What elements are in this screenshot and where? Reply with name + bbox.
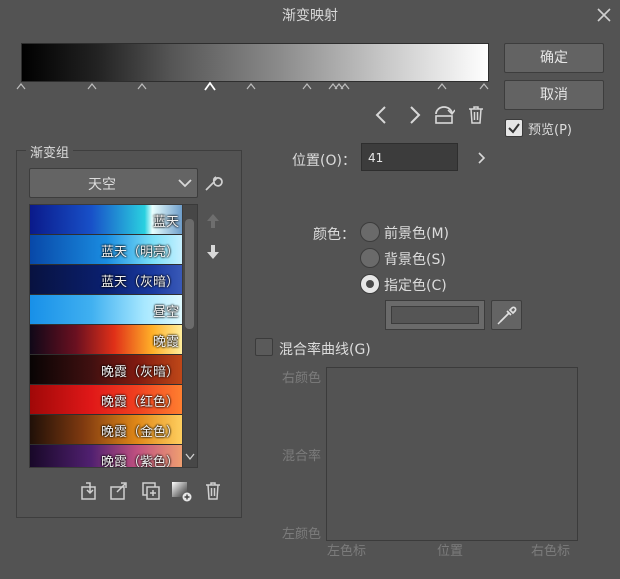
gradient-stop-selected [204, 81, 216, 91]
gradient-stop [16, 83, 26, 90]
x-axis-left-label: 左色标 [327, 544, 367, 559]
blend-curve-checkbox[interactable] [255, 338, 273, 356]
export-button[interactable] [108, 480, 130, 502]
chevron-right-icon [478, 152, 486, 164]
background-color-label: 背景色(S) [384, 252, 446, 268]
reverse-icon [435, 106, 456, 124]
list-item-label: 晚霞 [152, 335, 179, 350]
list-item-label: 晚霞（紫色） [100, 455, 179, 468]
position-input[interactable]: 41 [361, 143, 458, 171]
list-item[interactable]: 蓝天 [30, 205, 183, 235]
gradient-stop [340, 83, 350, 90]
ok-button[interactable]: 确定 [504, 43, 604, 73]
foreground-color-radio[interactable] [360, 222, 380, 242]
prev-stop-button[interactable] [371, 104, 393, 126]
list-item[interactable]: 晚霞 [30, 325, 183, 355]
gradient-settings-button[interactable] [202, 172, 224, 194]
custom-color-radio[interactable] [360, 274, 380, 294]
checkmark-icon [508, 123, 520, 134]
foreground-color-label: 前景色(M) [384, 226, 450, 242]
list-item-label: 蓝天（灰暗） [100, 275, 179, 290]
add-gradient-button[interactable] [170, 480, 192, 502]
color-swatch[interactable] [385, 300, 485, 330]
gradient-set-value: 天空 [88, 177, 116, 193]
list-item-label: 晚霞（红色） [100, 395, 179, 410]
chevron-down-icon [178, 179, 192, 188]
duplicate-button[interactable] [140, 480, 162, 502]
blend-curve-label: 混合率曲线(G) [279, 342, 371, 358]
gradient-stop [302, 83, 312, 90]
left-color-label: 左颜色 [282, 527, 322, 542]
list-item-label: 蓝天（明亮） [100, 245, 179, 260]
duplicate-icon [142, 482, 160, 500]
add-gradient-icon [172, 482, 192, 502]
scrollbar-thumb[interactable] [185, 219, 194, 329]
blend-curve-graph [326, 367, 578, 541]
list-item[interactable]: 蓝天（明亮） [30, 235, 183, 265]
list-item[interactable]: 蓝天（灰暗） [30, 265, 183, 295]
gradient-stop [246, 83, 256, 90]
next-stop-button[interactable] [403, 104, 425, 126]
gradient-preview-bar[interactable] [21, 43, 489, 82]
list-item-label: 晚霞（金色） [100, 425, 179, 440]
export-icon [110, 482, 127, 500]
gradient-stop [437, 83, 447, 90]
gradient-stop [137, 83, 147, 90]
list-item[interactable]: 晚霞（红色） [30, 385, 183, 415]
position-expand-button[interactable] [471, 147, 493, 169]
x-axis-mid-label: 位置 [437, 544, 464, 559]
list-item[interactable]: 晚霞（金色） [30, 415, 183, 445]
gradient-group-legend: 渐变组 [26, 142, 74, 161]
gradient-list[interactable]: 蓝天 蓝天（明亮） 蓝天（灰暗） 昼空 晚霞 晚霞（灰暗） 晚霞（红色） 晚霞（… [29, 204, 184, 468]
list-item-label: 昼空 [152, 305, 179, 320]
gradient-set-select[interactable]: 天空 [29, 168, 198, 198]
right-color-label: 右颜色 [282, 371, 322, 386]
close-button[interactable] [594, 5, 614, 25]
list-item[interactable]: 昼空 [30, 295, 183, 325]
import-icon [81, 482, 96, 500]
list-item[interactable]: 晚霞（灰暗） [30, 355, 183, 385]
x-axis-right-label: 右色标 [531, 544, 571, 559]
list-item[interactable]: 晚霞（紫色） [30, 445, 183, 468]
chevron-down-icon[interactable] [185, 453, 195, 461]
reverse-gradient-button[interactable] [433, 104, 456, 126]
custom-color-label: 指定色(C) [384, 278, 447, 294]
window-title: 渐变映射 [282, 8, 338, 24]
delete-gradient-button[interactable] [202, 480, 224, 502]
gradient-list-scrollbar[interactable] [182, 204, 198, 468]
background-color-radio[interactable] [360, 248, 380, 268]
gradient-stop [87, 83, 97, 90]
chevron-left-icon [375, 106, 386, 124]
position-label: 位置(O)： [292, 153, 356, 169]
arrow-up-icon [207, 214, 219, 228]
trash-icon [206, 482, 220, 500]
trash-icon [469, 106, 483, 124]
color-label: 颜色： [313, 227, 355, 243]
wrench-icon [205, 176, 223, 191]
preview-checkbox[interactable] [505, 119, 523, 137]
eyedropper-icon [497, 306, 517, 325]
arrow-down-icon [207, 245, 219, 259]
gradient-stop-markers[interactable] [14, 80, 494, 92]
cancel-button[interactable]: 取消 [504, 80, 604, 110]
gradient-stop [479, 83, 489, 90]
blend-rate-label: 混合率 [282, 449, 322, 464]
list-item-label: 晚霞（灰暗） [100, 365, 179, 380]
delete-stop-button[interactable] [465, 104, 487, 126]
move-down-button[interactable] [202, 241, 224, 263]
close-icon [597, 8, 611, 22]
move-up-button[interactable] [202, 210, 224, 232]
import-button[interactable] [78, 480, 100, 502]
eyedropper-button[interactable] [491, 300, 522, 330]
chevron-right-icon [410, 106, 421, 124]
list-item-label: 蓝天 [152, 215, 179, 230]
preview-label: 预览(P) [528, 123, 572, 138]
color-swatch-fill [391, 306, 479, 324]
